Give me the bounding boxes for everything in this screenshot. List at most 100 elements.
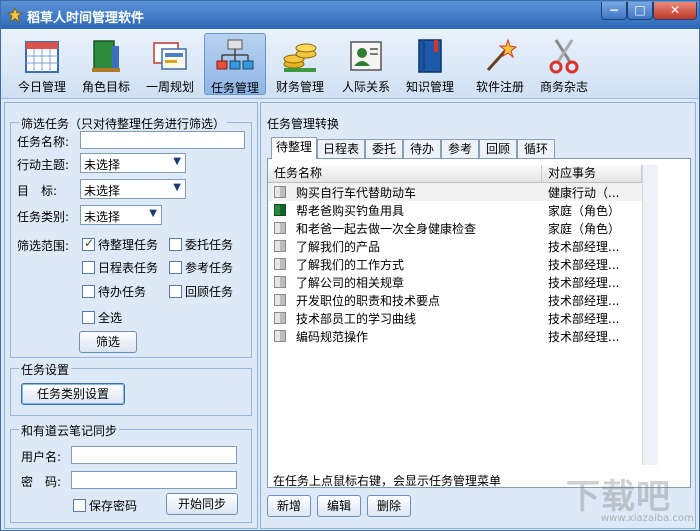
column-header-category[interactable]: 对应事务 bbox=[542, 165, 642, 183]
checkbox-review[interactable]: 回顾任务 bbox=[169, 283, 233, 300]
book-icon bbox=[418, 39, 442, 73]
tab-delegate[interactable]: 委托 bbox=[365, 139, 403, 159]
task-name: 了解我们的工作方式 bbox=[296, 258, 405, 272]
task-category: 技术部经理... bbox=[548, 312, 620, 326]
scissors-icon bbox=[549, 39, 579, 74]
goal-select[interactable]: 未选择 ▼ bbox=[80, 179, 186, 199]
checkbox-label: 参考任务 bbox=[185, 261, 234, 275]
username-input[interactable] bbox=[71, 446, 237, 464]
checkbox-reference[interactable]: 参考任务 bbox=[169, 259, 233, 276]
task-gray-icon bbox=[274, 240, 286, 252]
books-icon bbox=[92, 40, 120, 72]
toolbar-label: 人际关系 bbox=[341, 80, 390, 94]
checkbox-delegate[interactable]: 委托任务 bbox=[169, 236, 233, 253]
task-list-header: 任务名称 对应事务 bbox=[268, 165, 642, 183]
close-button[interactable]: ✕ bbox=[653, 2, 697, 20]
toolbar-label: 知识管理 bbox=[405, 80, 454, 94]
task-category-settings-button[interactable]: 任务类别设置 bbox=[21, 383, 125, 405]
tab-todo[interactable]: 待办 bbox=[403, 139, 441, 159]
minimize-button[interactable]: − bbox=[601, 2, 627, 20]
task-category: 家庭（角色） bbox=[548, 204, 621, 218]
tab-review[interactable]: 回顾 bbox=[479, 139, 517, 159]
table-row[interactable]: 购买自行车代替助动车 健康行动（... bbox=[268, 183, 642, 201]
password-input[interactable] bbox=[71, 471, 237, 489]
task-list: 任务名称 对应事务 购买自行车代替助动车 健康行动（... 帮老爸购买钓鱼用具 … bbox=[267, 158, 691, 488]
toolbar-label: 今日管理 bbox=[17, 80, 66, 94]
table-row[interactable]: 了解公司的相关规章 技术部经理... bbox=[268, 273, 642, 291]
table-row[interactable]: 了解我们的产品 技术部经理... bbox=[268, 237, 642, 255]
toolbar-label: 角色目标 bbox=[81, 80, 130, 94]
task-settings-title: 任务设置 bbox=[19, 361, 72, 378]
username-label: 用户名: bbox=[21, 450, 62, 464]
table-row[interactable]: 技术部员工的学习曲线 技术部经理... bbox=[268, 309, 642, 327]
task-panel-title: 任务管理转换 bbox=[267, 117, 340, 131]
contact-card-icon bbox=[350, 41, 382, 71]
checkbox-box[interactable] bbox=[82, 285, 95, 298]
table-row[interactable]: 了解我们的工作方式 技术部经理... bbox=[268, 255, 642, 273]
tab-loop[interactable]: 循环 bbox=[517, 139, 555, 159]
task-name: 帮老爸购买钓鱼用具 bbox=[296, 204, 405, 218]
context-menu-hint: 在任务上点鼠标右键，会显示任务管理菜单 bbox=[273, 474, 502, 488]
toolbar-label: 任务管理 bbox=[210, 81, 259, 95]
table-row[interactable]: 编码规范操作 技术部经理... bbox=[268, 327, 642, 345]
table-row[interactable]: 开发职位的职责和技术要点 技术部经理... bbox=[268, 291, 642, 309]
table-row[interactable]: 帮老爸购买钓鱼用具 家庭（角色） bbox=[268, 201, 642, 219]
checkbox-box[interactable] bbox=[169, 261, 182, 274]
add-task-button[interactable]: 新增 bbox=[267, 495, 311, 517]
checkbox-box[interactable] bbox=[82, 261, 95, 274]
toolbar-item-register[interactable]: 软件注册 bbox=[469, 33, 531, 95]
start-sync-button[interactable]: 开始同步 bbox=[166, 493, 238, 515]
task-gray-icon bbox=[274, 186, 286, 198]
maximize-button[interactable]: □ bbox=[627, 2, 653, 20]
checkbox-todo[interactable]: 待办任务 bbox=[82, 283, 146, 300]
checkbox-box[interactable] bbox=[73, 499, 86, 512]
edit-task-button[interactable]: 编辑 bbox=[317, 495, 361, 517]
column-header-task-name[interactable]: 任务名称 bbox=[268, 165, 542, 183]
toolbar-item-tasks[interactable]: 任务管理 bbox=[204, 33, 266, 95]
task-category: 技术部经理... bbox=[548, 240, 620, 254]
task-name-input[interactable] bbox=[80, 131, 245, 149]
checkbox-pending[interactable]: 待整理任务 bbox=[82, 236, 158, 253]
theme-select[interactable]: 未选择 ▼ bbox=[80, 153, 186, 173]
scope-label: 筛选范围: bbox=[17, 239, 70, 253]
checkbox-label: 待办任务 bbox=[98, 285, 147, 299]
scarecrow-app-icon bbox=[6, 6, 24, 24]
checkbox-select-all[interactable]: 全选 bbox=[82, 309, 122, 326]
goal-label: 目 标: bbox=[17, 184, 58, 198]
category-select-value: 未选择 bbox=[84, 210, 121, 224]
chevron-down-icon: ▼ bbox=[173, 156, 181, 167]
toolbar-item-knowledge[interactable]: 知识管理 bbox=[399, 33, 461, 95]
task-gray-icon bbox=[274, 258, 286, 270]
task-gray-icon bbox=[274, 294, 286, 306]
task-category: 健康行动（... bbox=[548, 186, 620, 200]
toolbar-item-finance[interactable]: 财务管理 bbox=[269, 33, 331, 95]
checkbox-schedule[interactable]: 日程表任务 bbox=[82, 259, 158, 276]
delete-task-button[interactable]: 删除 bbox=[367, 495, 411, 517]
theme-label: 行动主题: bbox=[17, 158, 70, 172]
toolbar-item-today[interactable]: 今日管理 bbox=[11, 33, 73, 95]
table-row[interactable]: 和老爸一起去做一次全身健康检查 家庭（角色） bbox=[268, 219, 642, 237]
filter-button[interactable]: 筛选 bbox=[79, 331, 137, 353]
category-select[interactable]: 未选择 ▼ bbox=[80, 205, 162, 225]
toolbar-item-roles[interactable]: 角色目标 bbox=[75, 33, 137, 95]
checkbox-box[interactable] bbox=[82, 236, 95, 251]
toolbar-item-weekly[interactable]: 一周规划 bbox=[139, 33, 201, 95]
toolbar-item-magazine[interactable]: 商务杂志 bbox=[533, 33, 595, 95]
task-gray-icon bbox=[274, 276, 286, 288]
checkbox-box[interactable] bbox=[82, 311, 95, 324]
tab-reference[interactable]: 参考 bbox=[441, 139, 479, 159]
task-category: 技术部经理... bbox=[548, 330, 620, 344]
theme-select-value: 未选择 bbox=[84, 158, 121, 172]
checkbox-save-password[interactable]: 保存密码 bbox=[73, 497, 137, 514]
task-name: 购买自行车代替助动车 bbox=[296, 186, 417, 200]
task-gray-icon bbox=[274, 222, 286, 234]
task-name: 技术部员工的学习曲线 bbox=[296, 312, 417, 326]
toolbar-label: 一周规划 bbox=[145, 80, 194, 94]
toolbar-item-relations[interactable]: 人际关系 bbox=[335, 33, 397, 95]
calendar-icon bbox=[25, 41, 59, 73]
task-list-scrollbar[interactable] bbox=[642, 165, 658, 465]
checkbox-box[interactable] bbox=[169, 285, 182, 298]
tab-pending[interactable]: 待整理 bbox=[271, 137, 317, 159]
checkbox-box[interactable] bbox=[169, 238, 182, 251]
tab-schedule[interactable]: 日程表 bbox=[317, 139, 365, 159]
